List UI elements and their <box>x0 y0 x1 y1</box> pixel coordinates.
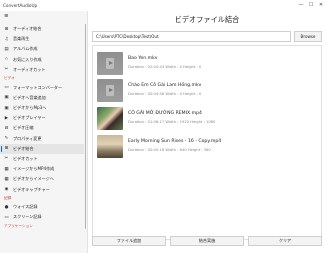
add-file-button[interactable]: ファイル追加 <box>92 236 166 246</box>
close-icon[interactable]: ✕ <box>316 0 326 11</box>
sidebar-scrollbar[interactable] <box>84 24 87 234</box>
sidebar-item-mic[interactable]: ● ウォイス記録 <box>0 202 84 212</box>
title-bar: ConvertAudioUp <box>0 0 326 11</box>
video-file-icon <box>97 79 123 102</box>
screen-record-icon: ▭ <box>4 214 9 220</box>
output-path-input[interactable]: C:\Users\PTC\Desktop\Test\Out <box>92 31 291 42</box>
sidebar-item-label: アルバム作成 <box>13 46 38 52</box>
sidebar-section-header: アプリケーション <box>4 223 33 228</box>
video-file-icon <box>97 52 123 75</box>
sidebar-item-format[interactable]: ▭ フォーマットコンバーター <box>0 83 84 93</box>
app-window: ConvertAudioUp — ☐ ✕ ≡ ⊞ オーディオ結合 ♫ 音楽再生 ▤ アルバ… <box>0 0 326 253</box>
hamburger-menu-icon[interactable]: ≡ <box>4 13 9 20</box>
sidebar-item-label: フォーマットコンバーター <box>13 84 63 90</box>
sidebar-item-label: ビデオ結合 <box>13 145 34 151</box>
window-title: ConvertAudioUp <box>3 3 38 8</box>
album-icon: ▤ <box>4 46 9 52</box>
sidebar-item-player[interactable]: ▶ ビデオプレイヤー <box>0 113 84 123</box>
page-title: ビデオファイル結合 <box>174 15 240 24</box>
merge-button[interactable]: 結合実施 <box>170 236 244 246</box>
maximize-icon[interactable]: ☐ <box>306 0 316 11</box>
action-bar: ファイル追加 結合実施 クリア <box>92 236 322 246</box>
sidebar: ≡ ⊞ オーディオ結合 ♫ 音楽再生 ▤ アルバム作成 ☆ お気に入り作成 ✂ オーディオカットビ… <box>0 11 88 253</box>
sidebar-item-video-mp3[interactable]: ▣ ビデオからMp3へ <box>0 103 84 113</box>
sidebar-item-music[interactable]: ♫ 音楽再生 <box>0 34 84 44</box>
file-list-item[interactable]: Early Morning Sun Rises - 16 - Copy.mp4 D… <box>97 135 317 158</box>
video-thumbnail <box>97 135 123 158</box>
player-icon: ▶ <box>4 115 9 121</box>
sidebar-item-label: イメージからMP4作成 <box>13 166 55 172</box>
image-mp4-icon: ▦ <box>4 166 9 172</box>
sidebar-nav: ⊞ オーディオ結合 ♫ 音楽再生 ▤ アルバム作成 ☆ お気に入り作成 ✂ オーディオカット ビデオ… <box>0 24 84 230</box>
video-image-icon: ▦ <box>4 176 9 182</box>
sidebar-item-label: プロパティ変更 <box>13 135 42 141</box>
scissors-icon: ✂ <box>4 67 9 73</box>
sidebar-item-label: ビデオからMp3へ <box>13 105 47 110</box>
video-cut-icon: ✂ <box>4 156 9 162</box>
properties-icon: ✎ <box>4 136 9 142</box>
sidebar-item-video-music[interactable]: ▣ ビデオへ音楽追加 <box>0 93 84 103</box>
file-title: Bao Yen.mkv <box>128 56 158 61</box>
sidebar-item-label: ビデオからイメージへ <box>13 176 54 182</box>
sidebar-item-album[interactable]: ▤ アルバム作成 <box>0 44 84 54</box>
sidebar-section-header: 記録 <box>4 195 12 200</box>
sidebar-item-merge[interactable]: ⊞ オーディオ結合 <box>0 24 84 34</box>
sidebar-item-video-cut[interactable]: ✂ ビデオカット <box>0 154 84 164</box>
sidebar-item-label: ビデオキャプチャー <box>13 186 50 192</box>
scrollbar-thumb[interactable] <box>84 24 87 229</box>
sidebar-item-scissors[interactable]: ✂ オーディオカット <box>0 65 84 75</box>
file-list-item[interactable]: Chào Em Cô Gái Lam Hồng.mkv Duration : 00… <box>97 79 317 102</box>
merge-icon: ⊞ <box>4 26 9 32</box>
music-icon: ♫ <box>4 36 9 42</box>
video-mp3-icon: ▣ <box>4 105 9 111</box>
file-meta: Duration : 01:06:17 Width : 1920 Height … <box>128 120 216 124</box>
window-controls: — ☐ ✕ <box>296 0 326 11</box>
format-icon: ▭ <box>4 85 9 91</box>
sidebar-item-image-mp4[interactable]: ▦ イメージからMP4作成 <box>0 164 84 174</box>
sidebar-item-label: オーディオ結合 <box>13 26 42 32</box>
clear-button[interactable]: クリア <box>248 236 322 246</box>
browse-button[interactable]: Browse <box>294 31 322 42</box>
sidebar-item-label: お気に入り作成 <box>13 56 42 62</box>
sidebar-item-label: ビデオプレイヤー <box>13 115 46 121</box>
file-title: Chào Em Cô Gái Lam Hồng.mkv <box>128 83 202 88</box>
main-content: ビデオファイル結合 C:\Users\PTC\Desktop\Test\Out … <box>88 11 326 253</box>
sidebar-item-compress[interactable]: ⊟ ビデオ圧縮 <box>0 123 84 133</box>
capture-icon: ◉ <box>4 187 9 192</box>
sidebar-section-header: ビデオ <box>4 76 15 81</box>
sidebar-item-label: ビデオカット <box>13 155 38 161</box>
file-meta: Duration : 00:04:56 Width : 0 Height : 0 <box>128 92 202 96</box>
sidebar-item-label: ビデオ圧縮 <box>13 125 34 131</box>
sidebar-item-properties[interactable]: ✎ プロパティ変更 <box>0 133 84 143</box>
file-list-item[interactable]: Bao Yen.mkv Duration : 02:04:43 Width : 0… <box>97 52 317 75</box>
file-list-item[interactable]: CÔ GÁI MỞ ĐƯỜNG REMIX.mp4 Duration : 01:0… <box>97 107 317 130</box>
sidebar-item-star[interactable]: ☆ お気に入り作成 <box>0 55 84 65</box>
video-thumbnail <box>97 107 123 130</box>
compress-icon: ⊟ <box>4 125 9 131</box>
file-list[interactable]: Bao Yen.mkv Duration : 02:04:43 Width : 0… <box>92 45 322 240</box>
sidebar-item-label: オーディオカット <box>13 66 46 72</box>
video-merge-icon: ⊞ <box>4 146 9 152</box>
mic-icon: ● <box>4 204 9 210</box>
sidebar-item-label: 音楽再生 <box>13 36 30 42</box>
star-icon: ☆ <box>4 57 9 63</box>
sidebar-item-video-image[interactable]: ▦ ビデオからイメージへ <box>0 174 84 184</box>
sidebar-item-capture[interactable]: ◉ ビデオキャプチャー <box>0 184 84 194</box>
file-title: CÔ GÁI MỞ ĐƯỜNG REMIX.mp4 <box>128 111 202 116</box>
file-title: Early Morning Sun Rises - 16 - Copy.mp4 <box>128 139 222 144</box>
sidebar-item-label: ウォイス記録 <box>13 204 38 210</box>
file-meta: Duration : 02:04:43 Width : 0 Height : 0 <box>128 65 202 69</box>
sidebar-item-screen-record[interactable]: ▭ スクリーン記録 <box>0 212 84 222</box>
sidebar-item-video-merge[interactable]: ⊞ ビデオ結合 <box>0 143 84 154</box>
video-music-icon: ▣ <box>4 95 9 101</box>
file-meta: Duration : 00:00:16 Width : 640 Height :… <box>128 148 211 152</box>
sidebar-item-label: スクリーン記録 <box>13 214 42 220</box>
minimize-icon[interactable]: — <box>296 0 306 11</box>
sidebar-item-label: ビデオへ音楽追加 <box>13 94 46 100</box>
